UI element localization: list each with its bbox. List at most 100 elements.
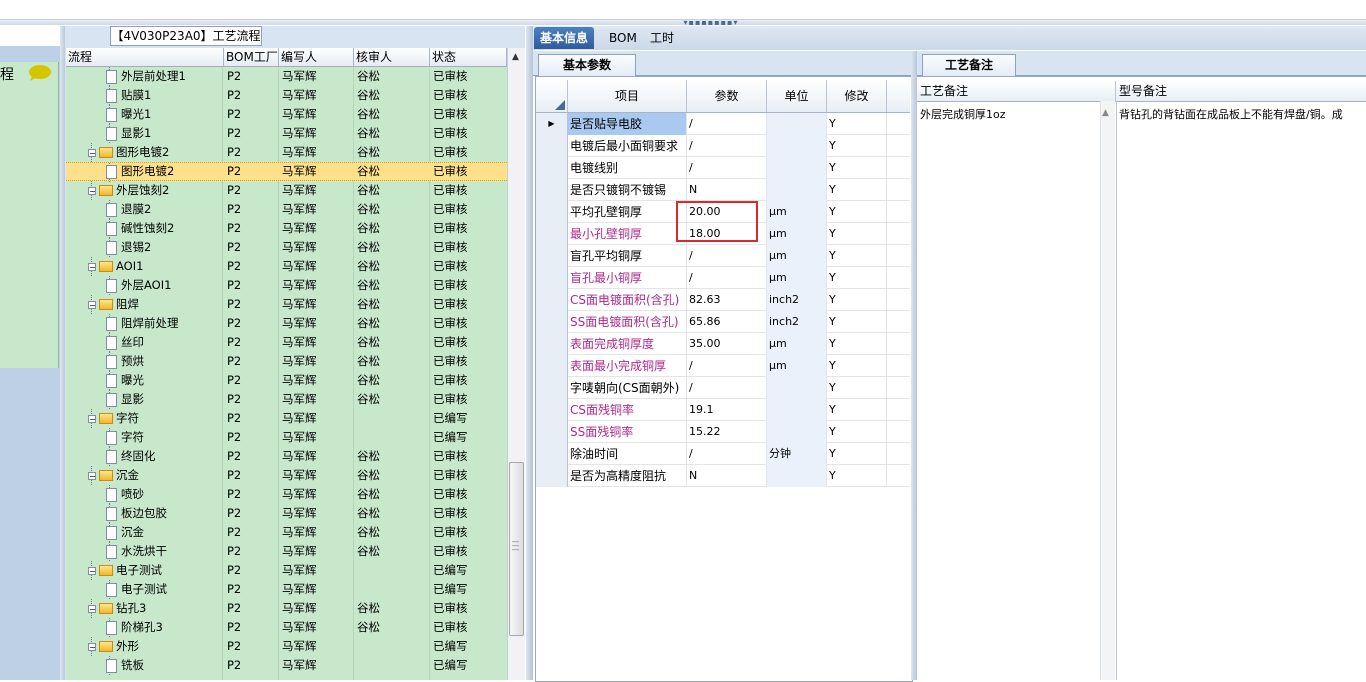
flow-row[interactable]: 铣板 P2 马军辉 已编写 xyxy=(66,656,507,675)
column-header-value[interactable]: 参数 xyxy=(687,80,767,112)
flow-step[interactable]: 退锡2 xyxy=(106,238,151,257)
column-header-writer[interactable]: 编写人 xyxy=(279,48,354,66)
collapse-toggle-icon[interactable]: − xyxy=(88,262,96,271)
flow-step[interactable]: 阶梯孔3 xyxy=(106,618,163,637)
row-indicator[interactable] xyxy=(536,377,568,399)
row-indicator[interactable] xyxy=(536,179,568,201)
param-modify-cell[interactable]: Y xyxy=(827,399,887,421)
row-indicator[interactable] xyxy=(536,465,568,487)
row-indicator[interactable] xyxy=(536,399,568,421)
param-value-cell[interactable]: / xyxy=(687,157,767,179)
flow-row[interactable]: 曝光1 P2 马军辉 谷松 已审核 xyxy=(66,105,507,124)
flow-step[interactable]: 丝印 xyxy=(106,333,144,352)
param-modify-cell[interactable]: Y xyxy=(827,289,887,311)
flow-row[interactable]: 预烘 P2 马军辉 谷松 已审核 xyxy=(66,352,507,371)
param-row[interactable]: CS面残铜率 19.1 Y xyxy=(536,399,910,421)
flow-row[interactable]: 丝印 P2 马军辉 谷松 已审核 xyxy=(66,333,507,352)
row-indicator[interactable] xyxy=(536,289,568,311)
flow-row[interactable]: 外层AOI1 P2 马军辉 谷松 已审核 xyxy=(66,276,507,295)
flow-group[interactable]: − 阻焊 xyxy=(88,295,139,314)
flow-step[interactable]: 字符 xyxy=(106,428,144,447)
param-value-cell[interactable]: 82.63 xyxy=(687,289,767,311)
param-row[interactable]: SS面电镀面积(含孔) 65.86 inch2 Y xyxy=(536,311,910,333)
row-indicator[interactable] xyxy=(536,443,568,465)
flow-step[interactable]: 图形电镀2 xyxy=(106,163,174,180)
flow-step[interactable]: 阻焊前处理 xyxy=(106,314,179,333)
param-modify-cell[interactable]: Y xyxy=(827,465,887,487)
param-modify-cell[interactable]: Y xyxy=(827,135,887,157)
splitter-grip-icon[interactable]: ▾▪▪▪▪▪▪▪▾ xyxy=(680,19,742,27)
process-note-text[interactable]: 外层完成铜厚1oz xyxy=(920,106,1006,122)
flow-row[interactable]: 碱性蚀刻2 P2 马军辉 谷松 已审核 xyxy=(66,219,507,238)
collapse-toggle-icon[interactable]: − xyxy=(88,414,96,423)
collapse-toggle-icon[interactable]: − xyxy=(88,300,96,309)
flow-row[interactable]: 终固化 P2 马军辉 谷松 已审核 xyxy=(66,447,507,466)
flow-row[interactable]: 字符 P2 马军辉 已编写 xyxy=(66,428,507,447)
tab-basic-params[interactable]: 基本参数 xyxy=(538,54,636,76)
column-header-flow[interactable]: 流程 xyxy=(66,48,224,66)
param-modify-cell[interactable]: Y xyxy=(827,443,887,465)
param-modify-cell[interactable]: Y xyxy=(827,421,887,443)
flow-step[interactable]: 预烘 xyxy=(106,352,144,371)
param-value-cell[interactable]: N xyxy=(687,179,767,201)
collapse-toggle-icon[interactable]: − xyxy=(88,148,96,157)
param-modify-cell[interactable]: Y xyxy=(827,157,887,179)
param-modify-cell[interactable]: Y xyxy=(827,201,887,223)
tab-process-notes[interactable]: 工艺备注 xyxy=(922,54,1016,76)
collapse-toggle-icon[interactable]: − xyxy=(88,566,96,575)
param-value-cell[interactable]: / xyxy=(687,113,767,135)
row-indicator[interactable] xyxy=(536,267,568,289)
flow-group[interactable]: − AOI1 xyxy=(88,257,143,276)
param-row[interactable]: ▶ 是否贴导电胶 / Y xyxy=(536,113,910,135)
param-value-cell[interactable]: / xyxy=(687,377,767,399)
scroll-up-arrow-icon[interactable]: ▲ xyxy=(508,50,523,65)
flow-row[interactable]: 板边包胶 P2 马军辉 谷松 已审核 xyxy=(66,504,507,523)
flow-row[interactable]: 图形电镀2 P2 马军辉 谷松 已审核 xyxy=(66,162,507,182)
flow-group[interactable]: − 字符 xyxy=(88,409,139,428)
param-row[interactable]: 是否只镀铜不镀锡 N Y xyxy=(536,179,910,201)
flow-step[interactable]: 碱性蚀刻2 xyxy=(106,219,174,238)
param-row[interactable]: 表面完成铜厚度 35.00 μm Y xyxy=(536,333,910,355)
param-modify-cell[interactable]: Y xyxy=(827,311,887,333)
param-row[interactable]: 除油时间 / 分钟 Y xyxy=(536,443,910,465)
param-row[interactable]: 盲孔最小铜厚 / μm Y xyxy=(536,267,910,289)
flow-row[interactable]: 沉金 P2 马军辉 谷松 已审核 xyxy=(66,523,507,542)
flow-row[interactable]: 退膜2 P2 马军辉 谷松 已审核 xyxy=(66,200,507,219)
flow-group[interactable]: − 电子测试 xyxy=(88,561,162,580)
row-indicator[interactable] xyxy=(536,223,568,245)
flow-step[interactable]: 终固化 xyxy=(106,447,156,466)
param-row[interactable]: 电镀线别 / Y xyxy=(536,157,910,179)
flow-step[interactable]: 外层AOI1 xyxy=(106,276,171,295)
param-value-cell[interactable]: / xyxy=(687,355,767,377)
param-modify-cell[interactable]: Y xyxy=(827,333,887,355)
param-modify-cell[interactable]: Y xyxy=(827,355,887,377)
param-value-cell[interactable]: / xyxy=(687,443,767,465)
column-header-reviewer[interactable]: 核审人 xyxy=(354,48,430,66)
param-row[interactable]: 电镀后最小面铜要求 / Y xyxy=(536,135,910,157)
flow-row[interactable]: 电子测试 P2 马军辉 已编写 xyxy=(66,580,507,599)
row-indicator[interactable] xyxy=(536,135,568,157)
flow-step[interactable]: 沉金 xyxy=(106,523,144,542)
flow-step[interactable]: 电子测试 xyxy=(106,580,167,599)
row-indicator[interactable] xyxy=(536,245,568,267)
flow-row[interactable]: − 外形 P2 马军辉 已编写 xyxy=(66,637,507,656)
row-indicator[interactable] xyxy=(536,311,568,333)
column-header-item[interactable]: 项目 xyxy=(568,80,687,112)
collapse-toggle-icon[interactable]: − xyxy=(88,471,96,480)
flow-row[interactable]: 外层前处理1 P2 马军辉 谷松 已审核 xyxy=(66,67,507,86)
collapse-toggle-icon[interactable]: − xyxy=(88,186,96,195)
param-row[interactable]: CS面电镀面积(含孔) 82.63 inch2 Y xyxy=(536,289,910,311)
row-indicator[interactable] xyxy=(536,355,568,377)
flow-row[interactable]: − 电子测试 P2 马军辉 已编写 xyxy=(66,561,507,580)
flow-step[interactable]: 板边包胶 xyxy=(106,504,167,523)
flow-row[interactable]: 阶梯孔3 P2 马军辉 谷松 已审核 xyxy=(66,618,507,637)
process-note-scrollbar[interactable] xyxy=(1100,101,1115,680)
column-header-status[interactable]: 状态 xyxy=(430,48,507,66)
param-value-cell[interactable]: 15.22 xyxy=(687,421,767,443)
flow-step[interactable]: 铣板 xyxy=(106,656,144,675)
flow-row[interactable]: 阻焊前处理 P2 马军辉 谷松 已审核 xyxy=(66,314,507,333)
flow-group[interactable]: − 外形 xyxy=(88,637,139,656)
flow-row[interactable]: − 沉金 P2 马军辉 谷松 已审核 xyxy=(66,466,507,485)
param-row[interactable]: 盲孔平均铜厚 / μm Y xyxy=(536,245,910,267)
flow-step[interactable]: 贴膜1 xyxy=(106,86,151,105)
